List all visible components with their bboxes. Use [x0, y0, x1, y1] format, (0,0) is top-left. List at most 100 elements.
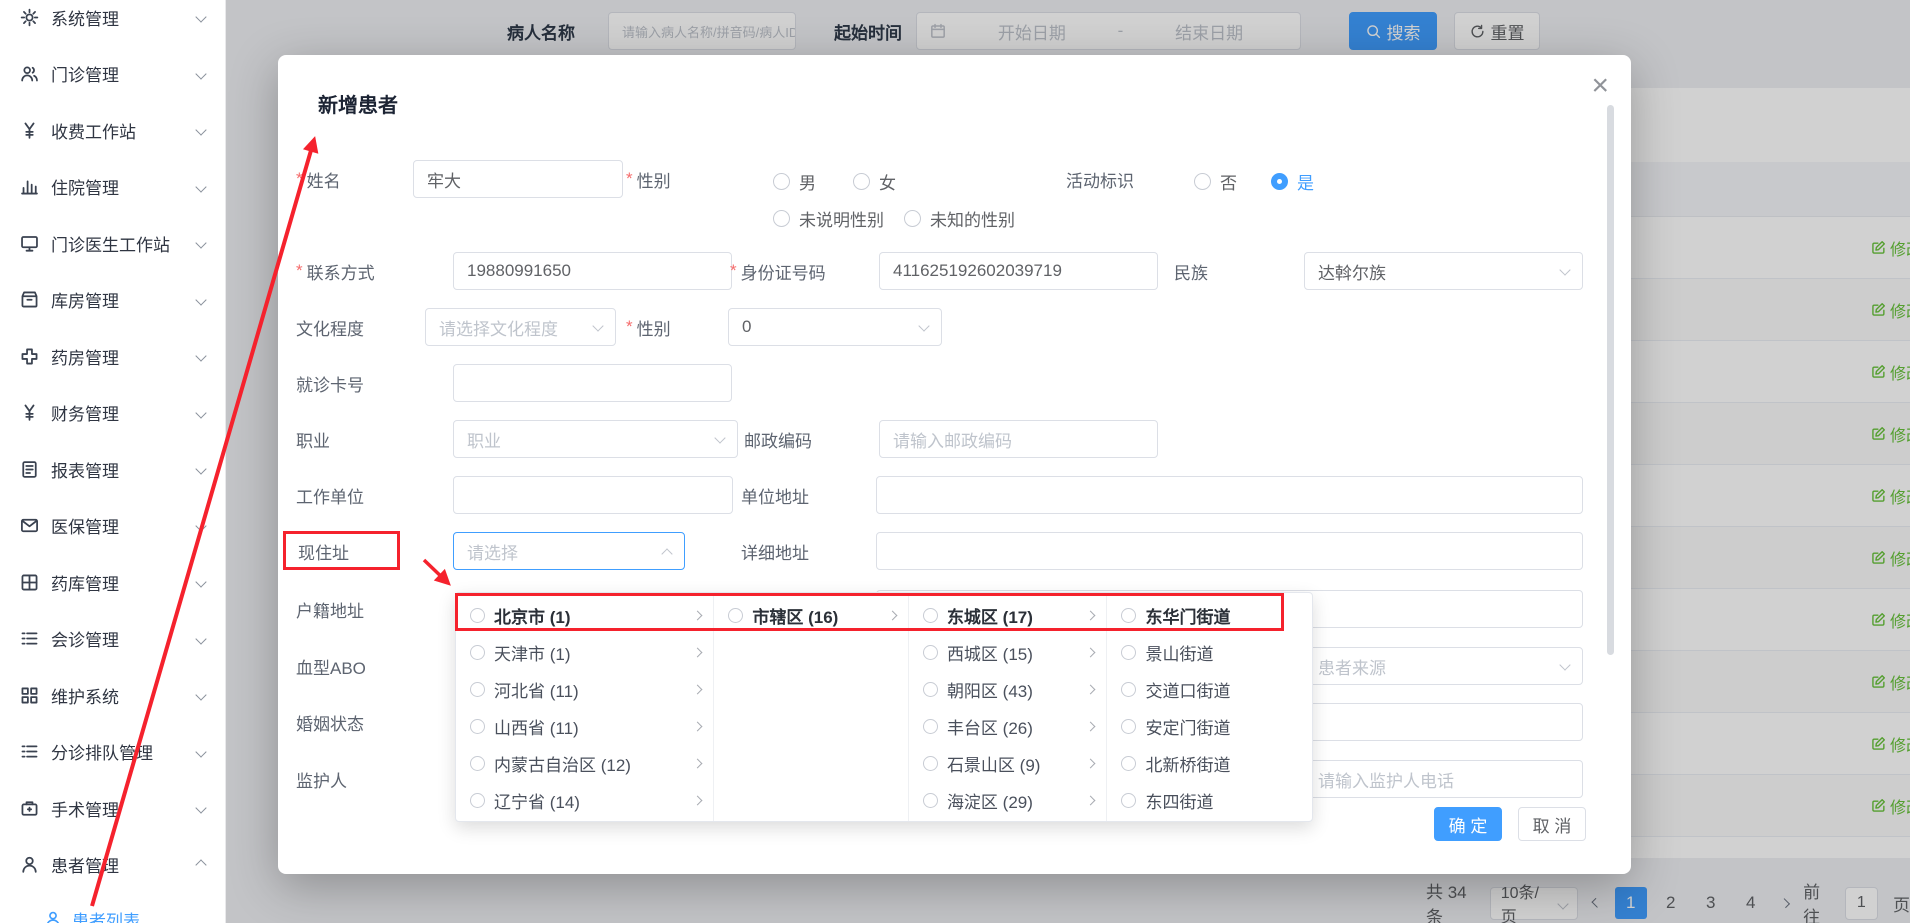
cascader-option[interactable]: 东城区 (17)	[909, 597, 1107, 634]
radio-icon[interactable]	[923, 756, 938, 771]
yen-icon	[20, 403, 39, 422]
confirm-button[interactable]: 确 定	[1434, 807, 1502, 841]
radio-icon[interactable]	[1121, 719, 1136, 734]
people-icon	[20, 64, 39, 83]
radio-icon[interactable]	[728, 608, 743, 623]
radio-icon[interactable]	[1121, 645, 1136, 660]
patient-source-select[interactable]: 患者来源	[1304, 647, 1583, 685]
cascader-column-1: 市辖区 (16)	[714, 593, 909, 821]
radio-icon[interactable]	[923, 608, 938, 623]
sidebar-item-4[interactable]: 门诊医生工作站	[0, 215, 225, 272]
guardian-phone-input[interactable]: 请输入监护人电话	[1304, 760, 1583, 798]
radio-gender-unstated[interactable]: 未说明性别	[773, 206, 884, 231]
radio-icon[interactable]	[1121, 756, 1136, 771]
sidebar-item-2[interactable]: 收费工作站	[0, 102, 225, 159]
sidebar-item-15[interactable]: 患者管理	[0, 837, 225, 894]
bar-chart-icon	[20, 177, 39, 196]
radio-icon[interactable]	[923, 793, 938, 808]
sidebar-item-label: 财务管理	[51, 400, 197, 425]
sidebar-item-3[interactable]: 住院管理	[0, 159, 225, 216]
close-icon[interactable]: ×	[1591, 69, 1609, 103]
modal-scrollbar[interactable]	[1607, 105, 1614, 655]
detail-addr-input[interactable]	[876, 532, 1583, 570]
cascader-option[interactable]: 景山街道	[1107, 634, 1312, 671]
sidebar-item-1[interactable]: 门诊管理	[0, 46, 225, 103]
postal-input[interactable]: 请输入邮政编码	[879, 420, 1158, 458]
contact-input[interactable]: 19880991650	[453, 252, 732, 290]
cascader-option[interactable]: 海淀区 (29)	[909, 782, 1107, 819]
sidebar-item-12[interactable]: 维护系统	[0, 667, 225, 724]
sidebar-item-label: 门诊管理	[51, 61, 197, 86]
cascader-option[interactable]: 河北省 (11)	[456, 671, 713, 708]
field-label-education: 文化程度	[296, 316, 364, 338]
chevron-right-icon	[693, 796, 703, 806]
sidebar-item-label: 分诊排队管理	[51, 739, 197, 764]
ethnic-select[interactable]: 达斡尔族	[1304, 252, 1583, 290]
radio-gender-unknown[interactable]: 未知的性别	[904, 206, 1015, 231]
radio-icon[interactable]	[923, 682, 938, 697]
sidebar-menu: 系统管理门诊管理收费工作站住院管理门诊医生工作站库房管理药房管理财务管理报表管理…	[0, 0, 225, 893]
sidebar-item-6[interactable]: 药房管理	[0, 328, 225, 385]
radio-icon[interactable]	[470, 608, 485, 623]
radio-icon	[853, 173, 870, 190]
cascader-option[interactable]: 内蒙古自治区 (12)	[456, 745, 713, 782]
sidebar-item-8[interactable]: 报表管理	[0, 441, 225, 498]
radio-icon[interactable]	[470, 793, 485, 808]
cascader-option[interactable]: 安定门街道	[1107, 708, 1312, 745]
chevron-up-icon	[195, 859, 206, 870]
sidebar-item-7[interactable]: 财务管理	[0, 385, 225, 442]
cascader-option[interactable]: 天津市 (1)	[456, 634, 713, 671]
cascader-option[interactable]: 辽宁省 (14)	[456, 782, 713, 819]
cascader-option[interactable]: 朝阳区 (43)	[909, 671, 1107, 708]
sidebar-item-label: 患者管理	[51, 852, 197, 877]
sidebar-item-label: 门诊医生工作站	[51, 231, 197, 256]
field-label-occupation: 职业	[296, 428, 330, 450]
cascader-option[interactable]: 东华门街道	[1107, 597, 1312, 634]
sidebar-item-0[interactable]: 系统管理	[0, 0, 225, 46]
cascader-option[interactable]: 石景山区 (9)	[909, 745, 1107, 782]
work-unit-input[interactable]	[453, 476, 733, 514]
work-addr-input[interactable]	[876, 476, 1583, 514]
radio-icon[interactable]	[923, 719, 938, 734]
sidebar-item-13[interactable]: 分诊排队管理	[0, 724, 225, 781]
idcard-input[interactable]: 411625192602039719	[879, 252, 1158, 290]
radio-icon[interactable]	[1121, 793, 1136, 808]
radio-icon[interactable]	[1121, 608, 1136, 623]
sidebar-item-9[interactable]: 医保管理	[0, 498, 225, 555]
chevron-down-icon	[714, 432, 725, 443]
cascader-option[interactable]: 交道口街道	[1107, 671, 1312, 708]
occupation-select[interactable]: 职业	[453, 420, 738, 458]
radio-icon[interactable]	[470, 645, 485, 660]
cascader-option[interactable]: 北京市 (1)	[456, 597, 713, 634]
sidebar-item-10[interactable]: 药库管理	[0, 554, 225, 611]
radio-active-no[interactable]: 否	[1194, 169, 1237, 194]
education-select[interactable]: 请选择文化程度	[425, 308, 616, 346]
radio-active-yes[interactable]: 是	[1271, 169, 1314, 194]
name-input[interactable]: 牢大	[413, 160, 623, 198]
cascader-option[interactable]: 西城区 (15)	[909, 634, 1107, 671]
cascader-option[interactable]: 山西省 (11)	[456, 708, 713, 745]
sidebar-item-5[interactable]: 库房管理	[0, 272, 225, 329]
queue-icon	[20, 742, 39, 761]
gender2-select[interactable]: 0	[728, 308, 942, 346]
cancel-button[interactable]: 取 消	[1518, 807, 1586, 841]
radio-icon[interactable]	[470, 719, 485, 734]
cascader-option[interactable]: 北新桥街道	[1107, 745, 1312, 782]
radio-icon[interactable]	[470, 756, 485, 771]
visit-card-input[interactable]	[453, 364, 732, 402]
radio-icon[interactable]	[1121, 682, 1136, 697]
radio-male[interactable]: 男	[773, 169, 816, 194]
cascader-option[interactable]: 市辖区 (16)	[714, 597, 908, 634]
sidebar-subitem-patient-list[interactable]: 患者列表	[0, 893, 225, 923]
sidebar-item-11[interactable]: 会诊管理	[0, 611, 225, 668]
cascader-option[interactable]: 丰台区 (26)	[909, 708, 1107, 745]
current-address-select[interactable]: 请选择	[453, 532, 685, 570]
chevron-right-icon	[1086, 722, 1096, 732]
radio-icon[interactable]	[470, 682, 485, 697]
radio-icon[interactable]	[923, 645, 938, 660]
person-icon	[20, 855, 39, 874]
sidebar-item-14[interactable]: 手术管理	[0, 780, 225, 837]
cascader-option[interactable]: 东四街道	[1107, 782, 1312, 819]
list-icon	[20, 629, 39, 648]
radio-female[interactable]: 女	[853, 169, 896, 194]
